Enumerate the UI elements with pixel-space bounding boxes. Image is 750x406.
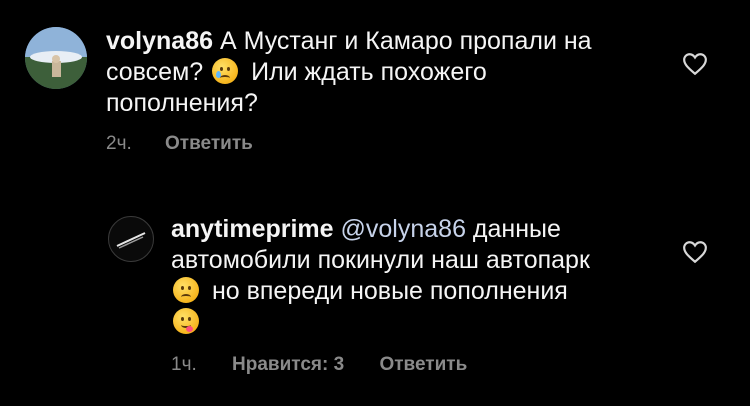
- comment-body-line3: но впереди новые пополнения: [211, 277, 568, 305]
- comment-text: volyna86 А Мустанг и Камаро пропали на с…: [106, 26, 666, 119]
- heart-icon[interactable]: [682, 240, 708, 264]
- comment-time: 1ч.: [171, 354, 197, 375]
- comment-body-line3: пополнения?: [106, 89, 258, 117]
- avatar[interactable]: [108, 216, 154, 262]
- comment-body-line2: автомобили покинули наш автопарк: [171, 246, 590, 274]
- comment-time: 2ч.: [106, 133, 132, 154]
- heart-icon[interactable]: [682, 52, 708, 76]
- comment-body-line2-end: Или ждать похожего: [251, 58, 487, 86]
- comment-body-line1: данные: [472, 215, 561, 243]
- likes-count[interactable]: Нравится: 3: [232, 354, 344, 375]
- mention-link[interactable]: @volyna86: [341, 215, 466, 243]
- avatar[interactable]: [25, 27, 87, 89]
- reply-button[interactable]: Ответить: [165, 133, 253, 154]
- crying-face-icon: [212, 58, 239, 84]
- comment-username[interactable]: anytimeprime: [171, 215, 334, 243]
- savoring-food-face-icon: [173, 308, 199, 334]
- comment-username[interactable]: volyna86: [106, 27, 213, 55]
- comment-meta: 1ч. Нравится: 3 Ответить: [171, 354, 467, 376]
- comment-body-line1: А Мустанг и Камаро пропали на: [219, 27, 592, 55]
- reply-button[interactable]: Ответить: [379, 354, 467, 375]
- comment-body-line2-start: совсем?: [106, 58, 204, 86]
- comment-text: anytimeprime @volyna86 данные автомобили…: [171, 214, 641, 338]
- slightly-frowning-face-icon: [173, 277, 199, 303]
- comment-meta: 2ч. Ответить: [106, 133, 253, 155]
